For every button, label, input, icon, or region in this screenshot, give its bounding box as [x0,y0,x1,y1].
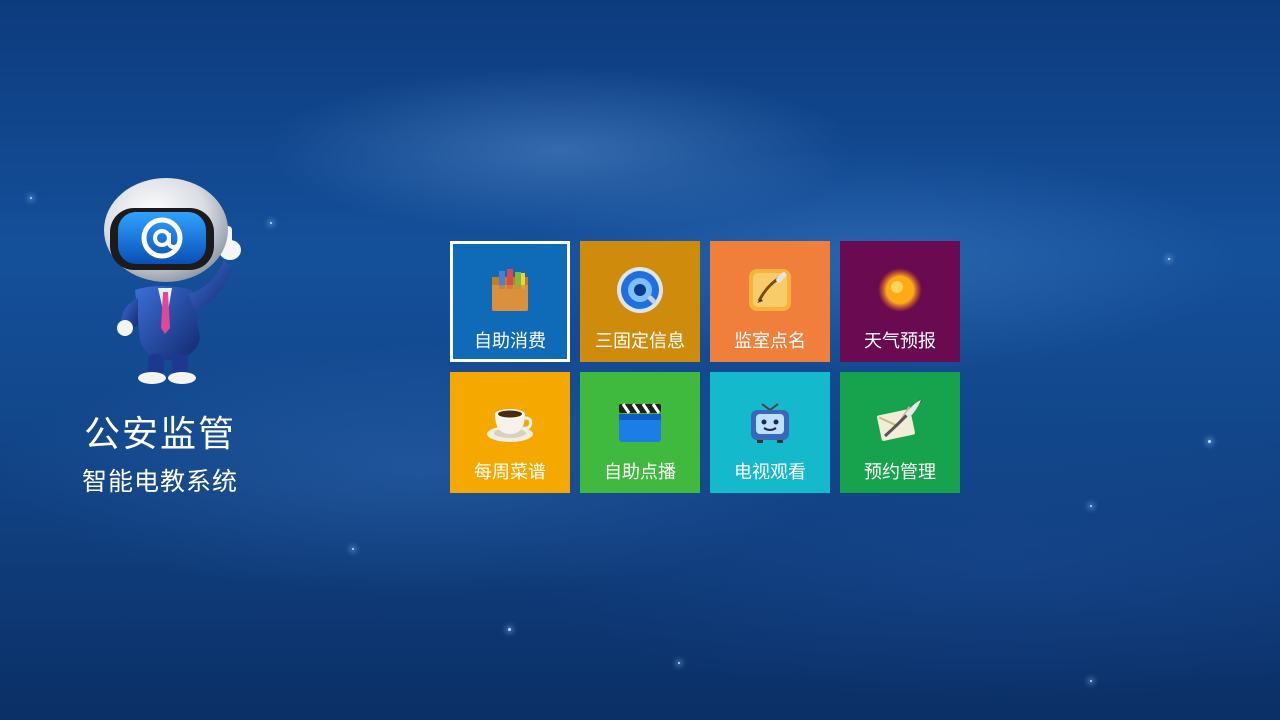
clapperboard-icon [615,396,665,446]
tile-label: 每周菜谱 [474,462,546,483]
tile-label: 三固定信息 [595,331,685,352]
quicktime-disc-icon [615,265,665,315]
tile-label: 电视观看 [734,462,806,483]
shopping-bag-icon [485,265,535,315]
tile-label: 监室点名 [734,331,806,352]
star-decoration [270,222,272,224]
sun-icon [875,265,925,315]
star-decoration [1090,505,1092,507]
coffee-cup-icon [485,396,535,446]
star-decoration [30,197,32,199]
star-decoration [678,662,680,664]
tile-weather-forecast[interactable]: 天气预报 [840,241,960,362]
tile-self-service-vod[interactable]: 自助点播 [580,372,700,493]
tile-tv-watching[interactable]: 电视观看 [710,372,830,493]
tile-label: 自助消费 [474,331,546,352]
tile-label: 预约管理 [864,462,936,483]
star-decoration [508,628,511,631]
tile-label: 自助点播 [604,462,676,483]
star-decoration [1208,440,1211,443]
desktop-screen: 公安监管 智能电教系统 自助消费 三固定信息 监室点名 天气预报 每周菜谱 自助… [0,0,1280,720]
letter-quill-icon [875,396,925,446]
brand-subtitle: 智能电教系统 [81,467,238,496]
star-decoration [1090,680,1092,682]
tile-three-fixed-info[interactable]: 三固定信息 [580,241,700,362]
star-decoration [1168,258,1170,260]
retro-tv-icon [745,396,795,446]
tile-weekly-menu[interactable]: 每周菜谱 [450,372,570,493]
star-decoration [352,548,354,550]
robot-mascot-icon [100,178,250,388]
app-tile-grid: 自助消费 三固定信息 监室点名 天气预报 每周菜谱 自助点播 电视观看 预约管理 [450,241,960,493]
pen-paper-icon [745,265,795,315]
tile-self-service-consumption[interactable]: 自助消费 [450,241,570,362]
tile-appointment-management[interactable]: 预约管理 [840,372,960,493]
tile-cell-roll-call[interactable]: 监室点名 [710,241,830,362]
brand-title: 公安监管 [83,414,236,455]
tile-label: 天气预报 [864,331,936,352]
